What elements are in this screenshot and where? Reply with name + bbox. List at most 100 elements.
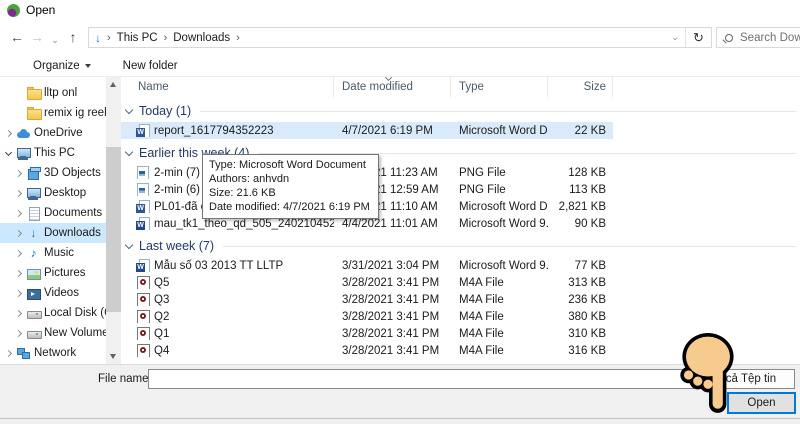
group-header-today-1[interactable]: Today (1) — [121, 100, 800, 122]
file-name-input[interactable] — [148, 369, 694, 389]
column-header-size[interactable]: Size — [548, 77, 613, 97]
sidebar-item-label: This PC — [34, 147, 75, 159]
file-type-cell: M4A File — [451, 328, 548, 340]
group-collapse-chevron-icon[interactable] — [125, 106, 133, 114]
sidebar-item-onedrive[interactable]: OneDrive — [0, 123, 106, 143]
sidebar-item-label: Downloads — [44, 227, 101, 239]
breadcrumb-downloads[interactable]: Downloads — [173, 32, 230, 44]
column-header-type[interactable]: Type — [451, 77, 548, 97]
chevron-right-icon[interactable] — [15, 229, 22, 236]
sidebar-item-documents[interactable]: Documents — [0, 203, 106, 223]
chevron-right-icon[interactable] — [15, 249, 22, 256]
scrollbar-thumb[interactable] — [106, 147, 121, 312]
file-size-cell: 22 KB — [548, 125, 613, 137]
file-type-cell: Microsoft Word 9... — [451, 218, 548, 230]
file-size-cell: 380 KB — [548, 311, 613, 323]
breadcrumb-this-pc[interactable]: This PC — [117, 32, 158, 44]
chevron-right-icon[interactable] — [15, 269, 22, 276]
file-date-cell: 3/28/2021 3:41 PM — [334, 294, 451, 306]
chevron-right-icon[interactable] — [15, 169, 22, 176]
organize-button[interactable]: Organize — [33, 60, 91, 72]
sidebar-item-local-disk-c[interactable]: Local Disk (C:) — [0, 303, 106, 323]
file-size-cell: 90 KB — [548, 218, 613, 230]
sidebar-item-label: New Volume (D:) — [44, 327, 106, 339]
sidebar-item-new-volume-d[interactable]: New Volume (D:) — [0, 323, 106, 343]
sidebar-item-pictures[interactable]: Pictures — [0, 263, 106, 283]
address-dropdown-chevron-icon[interactable]: ⌄ — [665, 32, 685, 43]
sidebar-item-this-pc[interactable]: This PC — [0, 143, 106, 163]
downloads-folder-icon: ↓ — [89, 31, 101, 45]
file-type-cell: PNG File — [451, 167, 548, 179]
chevron-right-icon[interactable] — [15, 289, 22, 296]
file-type-cell: Microsoft Word D... — [451, 125, 548, 137]
sidebar-item-label: Desktop — [44, 187, 86, 199]
back-button[interactable]: ← — [8, 26, 26, 48]
search-icon — [725, 34, 733, 42]
command-bar: Organize New folder — [0, 55, 800, 77]
sidebar-item-network[interactable]: Network — [0, 343, 106, 363]
file-type-cell: M4A File — [451, 294, 548, 306]
column-header-label: Date modified — [342, 81, 413, 93]
word-file-icon — [136, 200, 149, 213]
sidebar-item-label: Videos — [44, 287, 79, 299]
new-folder-button[interactable]: New folder — [123, 60, 178, 72]
file-row-q4[interactable]: Q43/28/2021 3:41 PMM4A File316 KB — [121, 342, 613, 359]
file-date-cell: 3/28/2021 3:41 PM — [334, 328, 451, 340]
sidebar-item-lltp-onl[interactable]: lltp onl — [0, 83, 106, 103]
folder-icon — [27, 87, 40, 100]
search-input[interactable] — [740, 32, 800, 44]
search-box[interactable] — [716, 27, 800, 48]
file-name-cell: Q4 — [121, 344, 334, 357]
file-name: Q2 — [154, 311, 169, 323]
file-row-q2[interactable]: Q23/28/2021 3:41 PMM4A File380 KB — [121, 308, 613, 325]
chevron-right-icon[interactable] — [5, 349, 12, 356]
navigation-bar: ← → ⌄ ↑ ↓ › This PC › Downloads › ⌄ ↻ — [0, 20, 800, 55]
music-icon: ♪ — [27, 247, 40, 260]
group-collapse-chevron-icon[interactable] — [125, 241, 133, 249]
refresh-button[interactable]: ↻ — [685, 28, 711, 47]
sidebar-item-remix-ig-reels[interactable]: remix ig reels — [0, 103, 106, 123]
file-list-pane: Name Date modified TypeSize Today (1)repor… — [121, 77, 800, 364]
chevron-right-icon[interactable] — [5, 129, 12, 136]
sidebar-item-downloads[interactable]: ↓Downloads — [0, 223, 106, 243]
chevron-down-icon[interactable] — [5, 148, 12, 155]
file-row-m-u-s-03-2013-tt-lltp[interactable]: Mẫu số 03 2013 TT LLTP3/31/2021 3:04 PMM… — [121, 257, 613, 274]
file-name-cell: Q1 — [121, 327, 334, 340]
chevron-right-icon[interactable] — [15, 209, 22, 216]
m4a-file-icon — [136, 344, 149, 357]
drive-icon — [27, 327, 40, 340]
column-header-date-modified[interactable]: Date modified — [334, 77, 451, 97]
file-row-q1[interactable]: Q13/28/2021 3:41 PMM4A File310 KB — [121, 325, 613, 342]
column-header-name[interactable]: Name — [121, 77, 334, 97]
file-size-cell: 316 KB — [548, 345, 613, 357]
chevron-right-icon[interactable] — [15, 309, 22, 316]
sidebar-item-desktop[interactable]: Desktop — [0, 183, 106, 203]
chevron-right-icon[interactable] — [15, 329, 22, 336]
recent-locations-chevron-icon[interactable]: ⌄ — [49, 29, 61, 51]
dialog-bottom-edge — [0, 418, 800, 424]
group-header-last-week-7[interactable]: Last week (7) — [121, 235, 800, 257]
forward-button[interactable]: → — [28, 26, 46, 48]
file-row-report-1617794352223[interactable]: report_16177943522234/7/2021 6:19 PMMicr… — [121, 122, 613, 139]
group-collapse-chevron-icon[interactable] — [125, 148, 133, 156]
monitor-icon — [27, 187, 40, 200]
m4a-file-icon — [136, 276, 149, 289]
caret-down-icon — [85, 64, 91, 68]
chevron-right-icon[interactable] — [15, 189, 22, 196]
address-bar[interactable]: ↓ › This PC › Downloads › ⌄ ↻ — [88, 27, 712, 48]
sidebar-item-label: Local Disk (C:) — [44, 307, 106, 319]
new-folder-label: New folder — [123, 60, 178, 72]
scroll-up-arrow-icon[interactable] — [110, 82, 116, 87]
up-button[interactable]: ↑ — [64, 26, 82, 48]
sidebar-item-music[interactable]: ♪Music — [0, 243, 106, 263]
file-name: Mẫu số 03 2013 TT LLTP — [154, 260, 283, 272]
file-row-q3[interactable]: Q33/28/2021 3:41 PMM4A File236 KB — [121, 291, 613, 308]
file-date-cell: 3/31/2021 3:04 PM — [334, 260, 451, 272]
sidebar-scrollbar[interactable] — [106, 77, 121, 364]
sidebar-item-3d-objects[interactable]: 3D Objects — [0, 163, 106, 183]
breadcrumb-separator-icon: › — [158, 32, 174, 44]
app-icon — [7, 4, 20, 17]
sidebar-item-videos[interactable]: Videos — [0, 283, 106, 303]
file-row-q5[interactable]: Q53/28/2021 3:41 PMM4A File313 KB — [121, 274, 613, 291]
scroll-down-arrow-icon[interactable] — [110, 354, 116, 359]
